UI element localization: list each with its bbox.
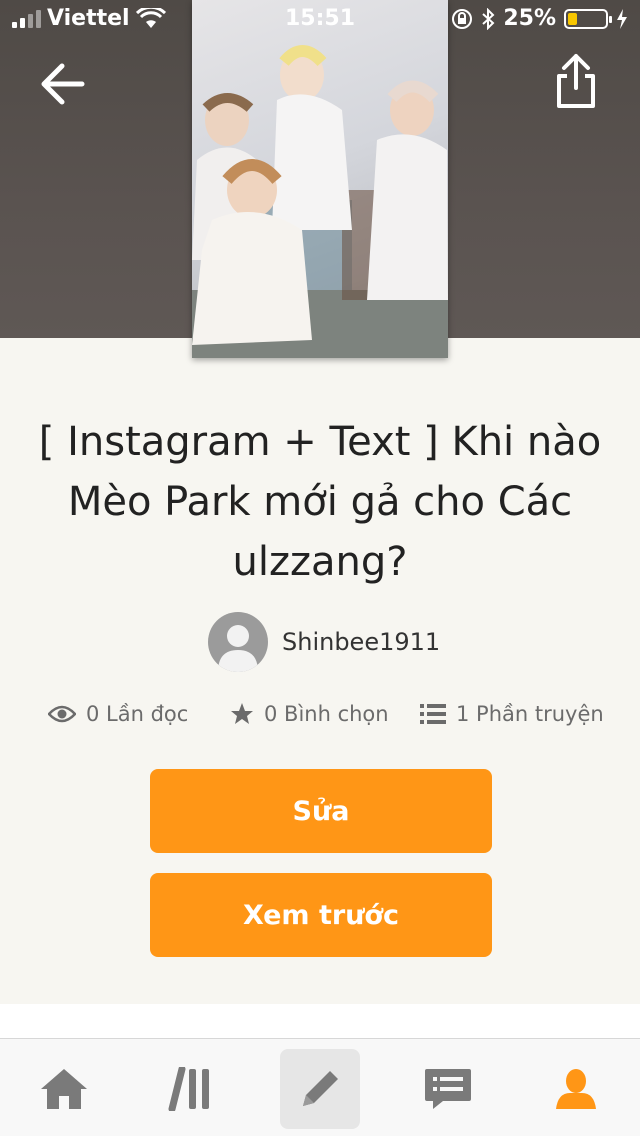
bluetooth-icon	[482, 7, 495, 30]
battery-level	[568, 12, 577, 25]
pencil-icon	[303, 1071, 338, 1106]
reads-count: 0 Lần đọc	[86, 702, 189, 726]
chat-icon	[425, 1069, 471, 1109]
author-row[interactable]: Shinbee1911	[208, 612, 440, 672]
story-title: [ Instagram + Text ] Khi nào Mèo Park mớ…	[38, 419, 602, 585]
status-bar: Viettel 15:51 25%	[0, 0, 640, 40]
profile-icon	[556, 1069, 596, 1109]
author-name[interactable]: Shinbee1911	[282, 628, 440, 656]
preview-button[interactable]: Xem trước	[150, 873, 492, 957]
battery-icon	[564, 8, 612, 29]
avatar[interactable]	[208, 612, 268, 672]
bottom-tab-bar	[0, 1038, 640, 1136]
tab-messages[interactable]	[408, 1049, 488, 1129]
tab-profile[interactable]	[536, 1049, 616, 1129]
charging-icon	[617, 8, 627, 29]
rotation-lock-icon	[452, 8, 473, 29]
story-stats: 0 Lần đọc 0 Bình chọn 1 Phần truyện	[0, 702, 640, 742]
reads-stat: 0 Lần đọc	[48, 702, 188, 726]
star-icon	[231, 703, 253, 724]
tab-library[interactable]	[152, 1049, 232, 1129]
arrow-left-icon	[41, 63, 85, 105]
tab-home[interactable]	[24, 1049, 104, 1129]
edit-button[interactable]: Sửa	[150, 769, 492, 853]
cover-photo	[192, 45, 448, 358]
eye-icon	[48, 705, 76, 723]
tab-write[interactable]	[280, 1049, 360, 1129]
share-icon	[557, 54, 595, 108]
content-divider	[0, 1004, 640, 1038]
share-button[interactable]	[552, 52, 600, 112]
story-cover-image	[192, 0, 448, 358]
library-icon	[168, 1067, 209, 1111]
back-button[interactable]	[36, 56, 92, 112]
default-avatar-icon	[218, 625, 258, 672]
home-icon	[41, 1069, 87, 1109]
votes-stat: 0 Bình chọn	[230, 702, 389, 726]
list-icon	[420, 704, 446, 724]
parts-count: 1 Phần truyện	[456, 702, 604, 726]
parts-stat: 1 Phần truyện	[420, 702, 604, 726]
votes-count: 0 Bình chọn	[264, 702, 389, 726]
battery-percent: 25%	[503, 6, 556, 31]
